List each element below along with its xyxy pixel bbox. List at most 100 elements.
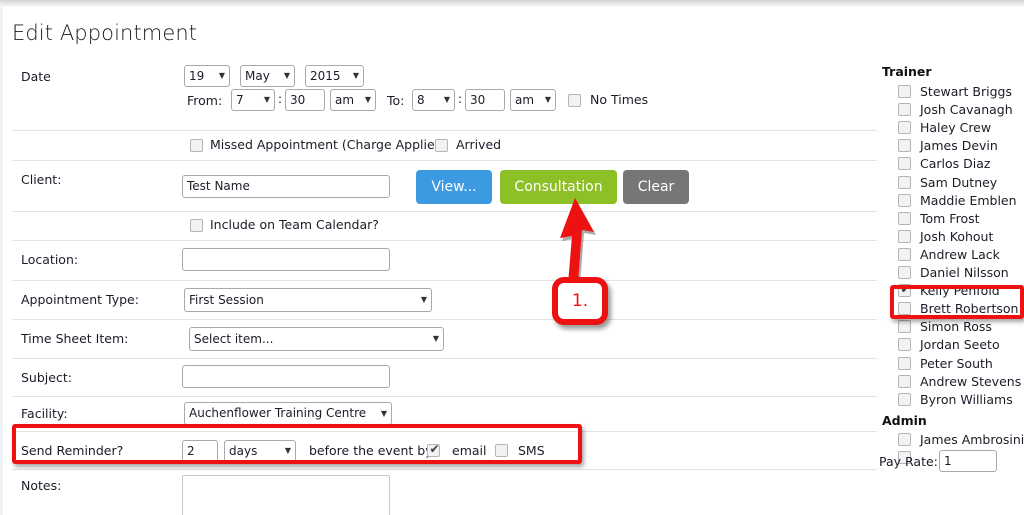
trainer-checkbox[interactable] xyxy=(898,211,911,225)
trainer-name: Daniel Nilsson xyxy=(920,265,1009,280)
no-times-checkbox[interactable] xyxy=(568,94,581,107)
trainer-item[interactable]: Daniel Nilsson xyxy=(877,264,1024,282)
trainer-checkbox[interactable] xyxy=(898,229,911,243)
trainer-checkbox[interactable] xyxy=(898,356,911,370)
chevron-down-icon: ▼ xyxy=(364,95,371,104)
subject-input[interactable] xyxy=(182,365,390,388)
arrived-checkbox[interactable] xyxy=(435,139,448,152)
from-hour-select[interactable]: 7 ▼ xyxy=(231,89,275,111)
trainer-item[interactable]: James Devin xyxy=(877,137,1024,155)
appointment-type-select[interactable]: First Session ▼ xyxy=(184,288,432,312)
reminder-email-label: email xyxy=(452,443,487,458)
include-team-calendar-checkbox[interactable] xyxy=(190,219,203,232)
to-minute-input[interactable]: 30 xyxy=(465,89,505,111)
admin-item[interactable]: James Ambrosini xyxy=(877,431,1024,449)
reminder-email-checkbox[interactable] xyxy=(427,442,441,457)
trainer-item[interactable]: Simon Ross xyxy=(877,318,1024,336)
trainer-checkbox[interactable] xyxy=(898,85,911,98)
date-year-select[interactable]: 2015 ▼ xyxy=(305,65,364,87)
trainer-item[interactable]: Brett Robertson xyxy=(877,300,1024,318)
from-minute-input[interactable]: 30 xyxy=(285,89,325,111)
time-sheet-item-row: Time Sheet Item: Select item... ▼ xyxy=(12,320,877,359)
missed-appointment-checkbox[interactable] xyxy=(190,139,203,152)
trainer-checkbox[interactable] xyxy=(898,266,911,279)
from-label: From: xyxy=(187,93,223,108)
trainer-name: Jordan Seeto xyxy=(920,337,1000,353)
to-meridiem-select[interactable]: am ▼ xyxy=(510,89,556,111)
to-time-colon: : xyxy=(458,92,463,106)
trainer-name: Maddie Emblen xyxy=(920,192,1017,208)
appointment-type-value: First Session xyxy=(189,293,264,307)
trainer-item[interactable]: Jordan Seeto xyxy=(877,336,1024,354)
subject-label: Subject: xyxy=(21,370,72,385)
trainer-checkbox[interactable] xyxy=(898,121,911,135)
team-calendar-row: Include on Team Calendar? xyxy=(12,212,877,241)
consultation-button[interactable]: Consultation xyxy=(500,170,617,204)
trainer-checkbox[interactable] xyxy=(898,193,911,207)
trainer-checkbox[interactable] xyxy=(898,103,911,117)
trainer-name: Haley Crew xyxy=(920,120,992,136)
trainer-name: James Devin xyxy=(920,138,998,154)
trainer-checkbox[interactable] xyxy=(898,302,911,316)
admin-checkbox[interactable] xyxy=(898,432,911,446)
clear-client-button[interactable]: Clear xyxy=(623,170,689,204)
location-row: Location: xyxy=(12,241,877,281)
arrived-label: Arrived xyxy=(456,137,502,152)
trainer-item[interactable]: Tom Frost xyxy=(877,210,1024,228)
trainer-item[interactable]: Carlos Diaz xyxy=(877,155,1024,173)
notes-textarea[interactable] xyxy=(182,475,390,515)
date-row: Date 19 ▼ May ▼ 2015 ▼ From: 7 ▼ : 30 am xyxy=(12,59,877,131)
from-meridiem-select[interactable]: am ▼ xyxy=(330,89,376,111)
to-hour-select[interactable]: 8 ▼ xyxy=(412,89,455,111)
page-title: Edit Appointment xyxy=(12,21,198,45)
trainer-checkbox[interactable] xyxy=(898,175,911,189)
notes-label: Notes: xyxy=(21,478,62,493)
chevron-down-icon: ▼ xyxy=(443,95,450,104)
to-meridiem-value: am xyxy=(515,93,535,107)
trainer-checkbox[interactable] xyxy=(898,320,911,334)
trainer-checkbox[interactable] xyxy=(898,374,911,388)
trainer-heading: Trainer xyxy=(882,64,932,79)
reminder-unit-select[interactable]: days ▼ xyxy=(224,440,296,462)
trainer-checkbox[interactable] xyxy=(898,157,911,171)
send-reminder-label: Send Reminder? xyxy=(21,443,124,458)
staff-panel: Trainer Stewart Briggs Josh Cavanagh Haley… xyxy=(877,7,1024,515)
facility-label: Facility: xyxy=(21,406,68,421)
trainer-name: Sam Dutney xyxy=(920,174,998,190)
trainer-item[interactable]: Josh Kohout xyxy=(877,228,1024,246)
trainer-checkbox[interactable] xyxy=(898,247,911,261)
trainer-item[interactable]: Sam Dutney xyxy=(877,174,1024,192)
client-label: Client: xyxy=(21,172,62,187)
trainer-item[interactable]: Stewart Briggs xyxy=(877,83,1024,101)
trainer-checkbox[interactable] xyxy=(898,338,911,352)
trainer-item[interactable]: Peter South xyxy=(877,355,1024,373)
facility-value: Auchenflower Training Centre xyxy=(189,406,367,420)
trainer-item[interactable]: Josh Cavanagh xyxy=(877,101,1024,119)
appointment-form: Edit Appointment Date 19 ▼ May ▼ 2015 ▼ … xyxy=(3,7,877,515)
reminder-sms-checkbox[interactable] xyxy=(495,444,508,457)
trainer-checkbox[interactable] xyxy=(898,139,911,153)
location-input[interactable] xyxy=(182,248,390,271)
facility-row: Facility: Auchenflower Training Centre ▼ xyxy=(12,397,877,432)
date-month-select[interactable]: May ▼ xyxy=(240,65,295,87)
trainer-checkbox[interactable] xyxy=(898,282,912,298)
trainer-item[interactable]: Maddie Emblen xyxy=(877,192,1024,210)
client-name-input[interactable]: Test Name xyxy=(182,175,390,198)
trainer-item[interactable]: Byron Williams xyxy=(877,391,1024,409)
view-client-button[interactable]: View... xyxy=(416,170,492,204)
trainer-item[interactable]: Haley Crew xyxy=(877,119,1024,137)
chevron-down-icon: ▼ xyxy=(263,95,270,104)
trainer-item[interactable]: Kelly Penfold xyxy=(877,282,1024,300)
chevron-down-icon: ▼ xyxy=(432,334,439,343)
trainer-checkbox[interactable] xyxy=(898,392,911,406)
facility-select[interactable]: Auchenflower Training Centre ▼ xyxy=(184,402,392,425)
time-sheet-item-select[interactable]: Select item... ▼ xyxy=(189,327,444,351)
date-day-select[interactable]: 19 ▼ xyxy=(184,65,230,87)
chevron-down-icon: ▼ xyxy=(352,71,359,80)
reminder-amount-input[interactable]: 2 xyxy=(182,440,218,462)
trainer-item[interactable]: Andrew Lack xyxy=(877,246,1024,264)
trainer-item[interactable]: Andrew Stevens xyxy=(877,373,1024,391)
pay-rate-input[interactable]: 1 xyxy=(939,449,997,472)
from-hour-value: 7 xyxy=(236,93,244,107)
chevron-down-icon: ▼ xyxy=(218,71,225,80)
